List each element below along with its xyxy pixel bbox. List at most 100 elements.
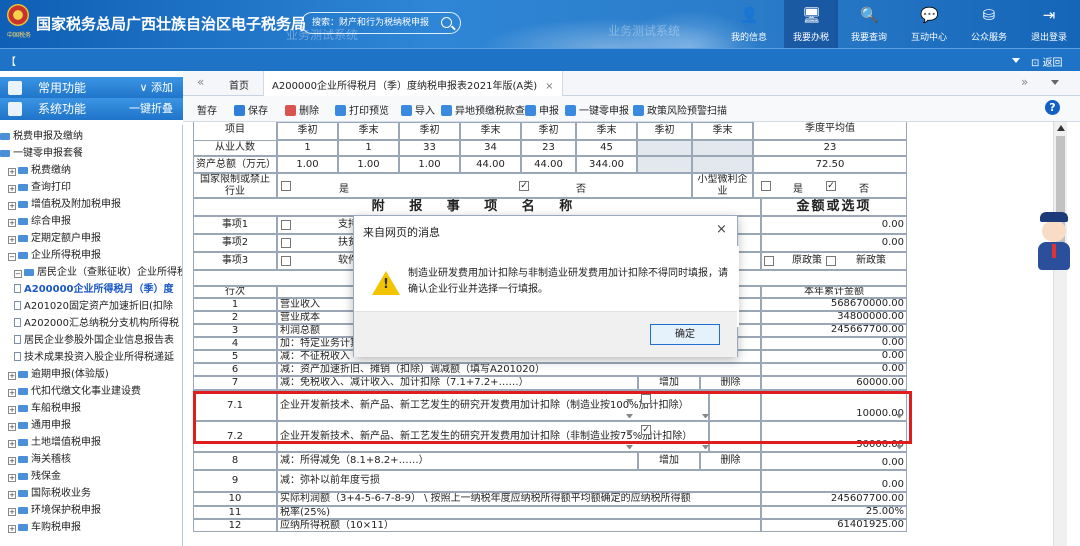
employee-value-input[interactable]: 34 [460, 140, 521, 156]
expand-toggle-icon[interactable]: + [8, 236, 16, 244]
toolbar-button[interactable]: 一键零申报 [565, 102, 629, 117]
asset-value-input[interactable]: 344.00 [576, 156, 637, 173]
addendum-value-input[interactable]: 0.00 [761, 216, 907, 234]
tree-item[interactable]: + 环境保护税申报 [8, 503, 101, 519]
row-amount-input[interactable]: 568670000.00 [761, 298, 907, 311]
row-amount-input[interactable]: 0.00 [761, 337, 907, 350]
add-button[interactable]: 增加 [638, 452, 700, 470]
nav-tax-handling[interactable]: 🖥 我要办税 [784, 0, 838, 48]
toolbar-button[interactable]: 政策风险预警扫描 [633, 102, 727, 117]
dropdown-arrow-icon[interactable] [896, 414, 903, 418]
expand-toggle-icon[interactable]: − [14, 270, 22, 278]
tree-item[interactable]: + 综合申报 [8, 214, 71, 230]
expand-toggle-icon[interactable]: + [8, 525, 16, 533]
tab-prev-button[interactable]: « [197, 75, 204, 89]
row-amount-input[interactable]: 10000.00 [761, 390, 907, 421]
tree-item[interactable]: + 土地增值税申报 [8, 435, 101, 451]
expand-toggle-icon[interactable]: + [8, 491, 16, 499]
system-functions-button[interactable]: 系统功能 一键折叠 [0, 98, 183, 120]
tab-next-button[interactable]: » [1021, 75, 1028, 89]
row-amount-input[interactable]: 245667700.00 [761, 324, 907, 337]
expand-toggle-icon[interactable]: − [8, 253, 16, 261]
tab-home[interactable]: 首页 [229, 77, 249, 92]
row-amount-input[interactable]: 0.00 [761, 452, 907, 470]
help-icon[interactable]: ? [1045, 100, 1060, 115]
tree-item[interactable]: + 残保金 [8, 469, 61, 485]
tree-item[interactable]: + 车船税申报 [8, 401, 81, 417]
tab-active-form[interactable]: A200000企业所得税月（季）度纳税申报表2021年版(A类) × [263, 71, 563, 96]
asset-value-input[interactable]: 44.00 [460, 156, 521, 173]
dialog-close-icon[interactable]: × [716, 222, 727, 237]
tab-close-icon[interactable]: × [545, 81, 553, 92]
tree-item[interactable]: − 居民企业（查账征收）企业所得税 [14, 265, 182, 281]
tree-item[interactable]: A200000企业所得税月（季）度 [14, 282, 174, 298]
row-amount-input[interactable]: 0.00 [761, 350, 907, 363]
expand-toggle-icon[interactable]: + [8, 474, 16, 482]
row-amount-input[interactable]: 245607700.00 [761, 492, 907, 506]
tree-item[interactable]: 一键零申报套餐 [0, 146, 83, 162]
dropdown-arrow-icon[interactable] [626, 430, 633, 434]
row-selection-cell[interactable] [709, 390, 761, 421]
toolbar-button[interactable]: 异地预缴税款查询 [441, 102, 535, 117]
original-policy-checkbox[interactable] [764, 256, 774, 266]
toolbar-button[interactable]: 打印预览 [335, 102, 389, 117]
tree-item[interactable]: + 定期定额户申报 [8, 231, 101, 247]
expand-toggle-icon[interactable]: + [8, 168, 16, 176]
restrict-yes-checkbox[interactable] [281, 181, 291, 191]
asset-value-input[interactable]: 1.00 [399, 156, 460, 173]
expand-toggle-icon[interactable]: + [8, 389, 16, 397]
search-input[interactable]: 搜索：财产和行为税纳税申报 [301, 12, 461, 34]
row-amount-input[interactable]: 0.00 [761, 470, 907, 492]
collapse-all-link[interactable]: 一键折叠 [129, 98, 173, 120]
toolbar-button[interactable]: 保存 [234, 102, 268, 117]
tree-item[interactable]: − 企业所得税申报 [8, 248, 101, 264]
add-link[interactable]: ∨ 添加 [139, 77, 173, 99]
tree-item[interactable]: 居民企业参股外国企业信息报告表 [14, 333, 174, 349]
employee-value-input[interactable]: 1 [338, 140, 399, 156]
tree-item[interactable]: + 国际税收业务 [8, 486, 91, 502]
expand-toggle-icon[interactable]: + [8, 406, 16, 414]
assistant-avatar[interactable] [1034, 212, 1074, 274]
employee-value-input[interactable]: 45 [576, 140, 637, 156]
nav-logout[interactable]: ⇥ 退出登录 [1024, 0, 1074, 48]
common-functions-button[interactable]: 常用功能 ∨ 添加 [0, 77, 183, 99]
dropdown-arrow-icon[interactable] [896, 445, 903, 449]
tree-item[interactable]: + 增值税及附加税申报 [8, 197, 121, 213]
tree-item[interactable]: + 查询打印 [8, 180, 71, 196]
new-policy-checkbox[interactable] [826, 256, 836, 266]
dropdown-arrow-icon[interactable] [702, 414, 709, 418]
nav-my-info[interactable]: 👤 我的信息 [727, 0, 771, 48]
dropdown-arrow-icon[interactable] [626, 414, 633, 418]
tree-item[interactable]: + 税费缴纳 [8, 163, 71, 179]
tree-item[interactable]: + 通用申报 [8, 418, 71, 434]
row-amount-input[interactable]: 50000.00 [761, 421, 907, 452]
addendum-item-checkbox[interactable] [281, 256, 291, 266]
tree-item[interactable]: 税费申报及缴纳 [0, 129, 83, 145]
nav-public-service[interactable]: ⛁ 公众服务 [965, 0, 1013, 48]
dropdown-icon[interactable] [1012, 58, 1020, 63]
toolbar-button[interactable]: 删除 [285, 102, 319, 117]
dropdown-arrow-icon[interactable] [702, 445, 709, 449]
small-no-checkbox[interactable]: ✓ [826, 181, 836, 191]
return-button[interactable]: ⊡ 返回 [1031, 54, 1063, 69]
tree-item[interactable]: A202000汇总纳税分支机构所得税 [14, 316, 179, 332]
row-amount-input[interactable]: 34800000.00 [761, 311, 907, 324]
addendum-item-checkbox[interactable] [281, 220, 291, 230]
dropdown-arrow-icon[interactable] [626, 399, 633, 403]
row-amount-input[interactable]: 61401925.00 [761, 519, 907, 532]
expand-toggle-icon[interactable]: + [8, 185, 16, 193]
toolbar-button[interactable]: 暂存 [197, 102, 217, 117]
dropdown-arrow-icon[interactable] [626, 445, 633, 449]
add-button[interactable]: 增加 [638, 376, 700, 390]
asset-value-input[interactable]: 1.00 [338, 156, 399, 173]
toolbar-button[interactable]: 申报 [525, 102, 559, 117]
row-select-checkbox[interactable] [641, 394, 651, 404]
expand-toggle-icon[interactable]: + [8, 202, 16, 210]
tab-menu-icon[interactable] [1051, 80, 1059, 85]
addendum-item-checkbox[interactable] [281, 238, 291, 248]
delete-button[interactable]: 删除 [700, 452, 761, 470]
delete-button[interactable]: 删除 [700, 376, 761, 390]
tree-item[interactable]: 技术成果投资入股企业所得税递延 [14, 350, 174, 366]
expand-toggle-icon[interactable]: + [8, 457, 16, 465]
asset-value-input[interactable]: 44.00 [521, 156, 576, 173]
